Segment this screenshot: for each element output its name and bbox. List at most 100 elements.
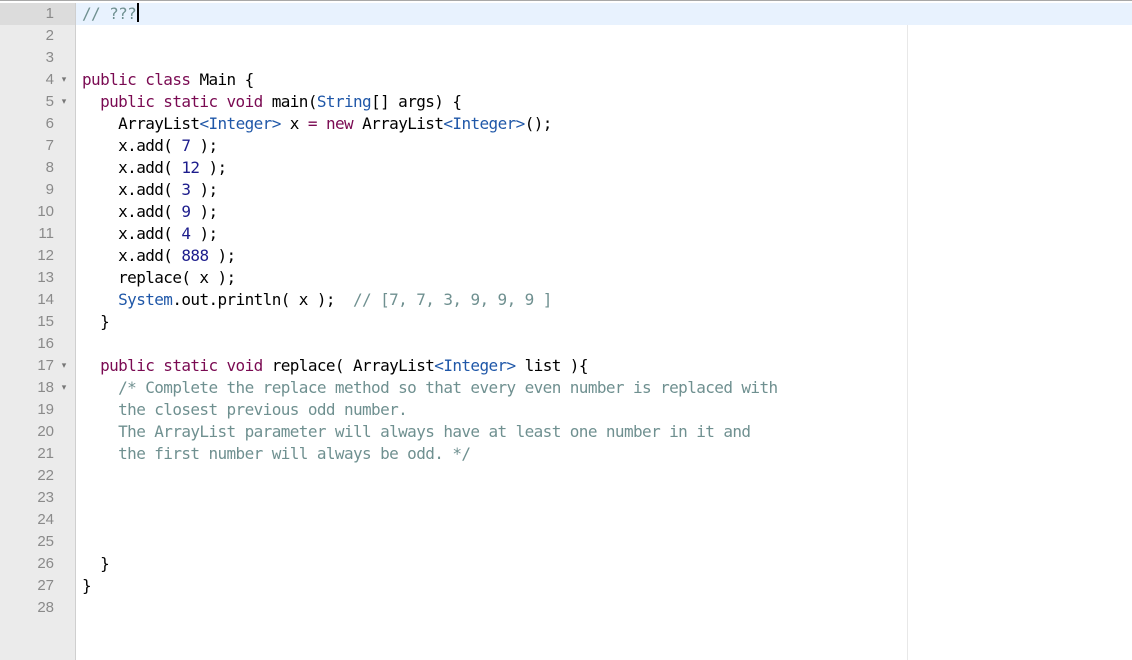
line-code[interactable]: x.add( 3 );	[82, 179, 218, 201]
line-number: 16	[37, 335, 54, 352]
line-code[interactable]: x.add( 12 );	[82, 157, 227, 179]
token-plain: list ){	[515, 356, 589, 375]
code-line[interactable]: 10 x.add( 9 );	[0, 201, 1132, 223]
code-line[interactable]: 13 replace( x );	[0, 267, 1132, 289]
line-number: 25	[37, 533, 54, 550]
token-plain: }	[82, 312, 110, 331]
code-line[interactable]: 5 ▾ public static void main(String[] args…	[0, 91, 1132, 113]
token-keyword: public static void	[82, 92, 272, 111]
code-line[interactable]: 1 // ???	[0, 3, 1132, 25]
line-code[interactable]: public static void replace( ArrayList<In…	[82, 355, 588, 377]
line-code[interactable]: public class Main {	[82, 69, 254, 91]
code-line[interactable]: 28	[0, 597, 1132, 619]
token-plain: Main {	[199, 70, 254, 89]
token-type: System	[82, 290, 173, 309]
line-number: 23	[37, 489, 54, 506]
line-code[interactable]: the first number will always be odd. */	[82, 443, 471, 465]
code-line[interactable]: 2	[0, 25, 1132, 47]
line-number: 9	[45, 181, 54, 198]
token-plain: x.add(	[82, 246, 182, 265]
line-number: 14	[37, 291, 54, 308]
line-number: 26	[37, 555, 54, 572]
line-number: 12	[37, 247, 54, 264]
line-number: 19	[37, 401, 54, 418]
line-number: 20	[37, 423, 54, 440]
line-code[interactable]: x.add( 9 );	[82, 201, 218, 223]
line-number: 15	[37, 313, 54, 330]
code-line[interactable]: 11 x.add( 4 );	[0, 223, 1132, 245]
token-op: =	[307, 114, 318, 133]
token-keyword: public class	[82, 70, 200, 89]
code-lines[interactable]: 1// ??? 2 3 4 ▾ public class Main {5 ▾ public …	[0, 3, 1132, 619]
token-plain: ();	[524, 114, 553, 133]
fold-toggle-icon[interactable]: ▾	[59, 355, 69, 377]
line-code[interactable]: The ArrayList parameter will always have…	[82, 421, 751, 443]
line-code[interactable]: }	[82, 311, 110, 333]
code-line[interactable]: 27}	[0, 575, 1132, 597]
token-plain: );	[208, 246, 237, 265]
code-line[interactable]: 16	[0, 333, 1132, 355]
token-number: 12	[181, 158, 200, 177]
token-type: String	[316, 92, 372, 111]
line-code[interactable]: }	[82, 575, 92, 597]
code-editor[interactable]: 1// ??? 2 3 4 ▾ public class Main {5 ▾ public …	[0, 0, 1132, 660]
text-cursor	[137, 3, 140, 22]
code-line[interactable]: 20 The ArrayList parameter will always h…	[0, 421, 1132, 443]
code-line[interactable]: 6 ArrayList<Integer> x = new ArrayList<I…	[0, 113, 1132, 135]
code-line[interactable]: 24	[0, 509, 1132, 531]
code-line[interactable]: 22	[0, 465, 1132, 487]
code-line[interactable]: 7 x.add( 7 );	[0, 135, 1132, 157]
line-code[interactable]: // ???	[82, 3, 140, 25]
code-line[interactable]: 25	[0, 531, 1132, 553]
line-code[interactable]: System.out.println( x ); // [7, 7, 3, 9,…	[82, 289, 552, 311]
token-plain: x.add(	[82, 202, 182, 221]
code-line[interactable]: 19 the closest previous odd number.	[0, 399, 1132, 421]
code-line[interactable]: 14 System.out.println( x ); // [7, 7, 3,…	[0, 289, 1132, 311]
line-code[interactable]: x.add( 888 );	[82, 245, 236, 267]
line-number: 1	[45, 5, 54, 22]
code-line[interactable]: 15 }	[0, 311, 1132, 333]
code-line[interactable]: 8 x.add( 12 );	[0, 157, 1132, 179]
line-code[interactable]: }	[82, 553, 110, 575]
code-line[interactable]: 21 the first number will always be odd. …	[0, 443, 1132, 465]
code-line[interactable]: 4 ▾ public class Main {	[0, 69, 1132, 91]
line-code[interactable]: the closest previous odd number.	[82, 399, 408, 421]
line-number: 18	[37, 379, 54, 396]
token-comment: // ???	[82, 4, 137, 23]
fold-toggle-icon[interactable]: ▾	[59, 69, 69, 91]
code-line[interactable]: 12 x.add( 888 );	[0, 245, 1132, 267]
token-plain: }	[82, 554, 110, 573]
token-plain: ArrayList	[82, 114, 200, 133]
code-line[interactable]: 23	[0, 487, 1132, 509]
fold-toggle-icon[interactable]: ▾	[59, 377, 69, 399]
line-number: 5	[45, 93, 54, 110]
line-code[interactable]: ArrayList<Integer> x = new ArrayList<Int…	[82, 113, 552, 135]
token-plain: );	[190, 180, 218, 199]
line-number: 27	[37, 577, 54, 594]
token-plain: }	[82, 576, 92, 595]
code-line[interactable]: 26 }	[0, 553, 1132, 575]
line-number: 2	[45, 27, 54, 44]
line-code[interactable]: x.add( 7 );	[82, 135, 218, 157]
token-plain: );	[190, 136, 218, 155]
line-number: 7	[45, 137, 54, 154]
token-keyword: public static void	[82, 356, 272, 375]
line-number: 8	[45, 159, 54, 176]
line-code[interactable]: x.add( 4 );	[82, 223, 218, 245]
token-plain: replace( x );	[82, 268, 236, 287]
line-number: 4	[45, 71, 54, 88]
line-number: 21	[37, 445, 54, 462]
line-code[interactable]: /* Complete the replace method so that e…	[82, 377, 778, 399]
token-keyword: new	[325, 114, 354, 133]
code-line[interactable]: 17 ▾ public static void replace( ArrayLis…	[0, 355, 1132, 377]
line-number: 22	[37, 467, 54, 484]
code-line[interactable]: 3	[0, 47, 1132, 69]
line-code[interactable]: replace( x );	[82, 267, 236, 289]
token-type: <Integer>	[434, 356, 516, 375]
code-line[interactable]: 9 x.add( 3 );	[0, 179, 1132, 201]
token-plain: replace( ArrayList	[271, 356, 435, 375]
token-plain: [] args) {	[371, 92, 462, 111]
line-code[interactable]: public static void main(String[] args) {	[82, 91, 462, 113]
fold-toggle-icon[interactable]: ▾	[59, 91, 69, 113]
code-line[interactable]: 18 ▾ /* Complete the replace method so th…	[0, 377, 1132, 399]
